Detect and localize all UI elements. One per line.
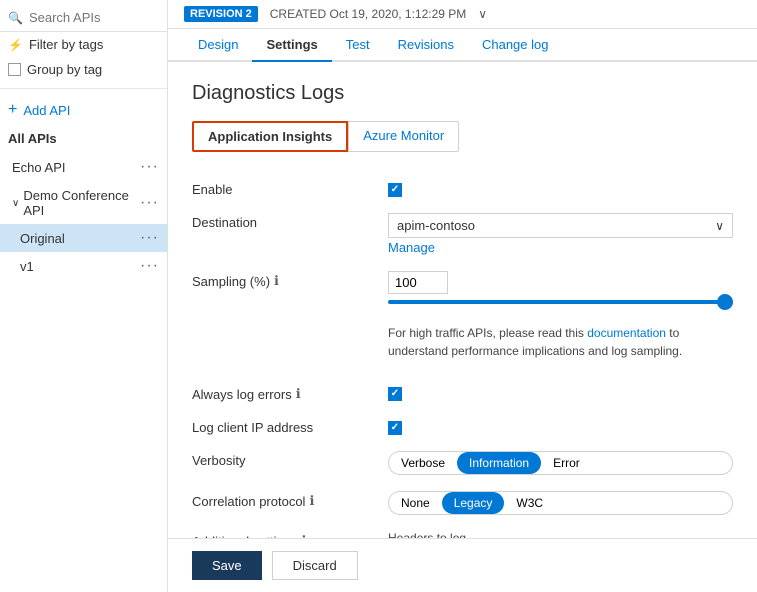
original-label: Original bbox=[20, 231, 65, 246]
always-log-row: Always log errors ℹ bbox=[192, 376, 733, 410]
log-ip-label: Log client IP address bbox=[192, 418, 372, 435]
destination-control: apim-contoso ∨ Manage bbox=[388, 213, 733, 255]
demo-api-menu-icon[interactable]: ··· bbox=[140, 194, 159, 212]
always-log-checkbox[interactable] bbox=[388, 387, 402, 401]
destination-label: Destination bbox=[192, 213, 372, 230]
verbosity-verbose[interactable]: Verbose bbox=[389, 452, 457, 474]
tab-change-log[interactable]: Change log bbox=[468, 29, 563, 62]
add-api-button[interactable]: Add API bbox=[0, 95, 167, 125]
group-checkbox[interactable] bbox=[8, 63, 21, 76]
revision-chevron-icon[interactable]: ∨ bbox=[478, 7, 487, 21]
group-by-tag[interactable]: Group by tag bbox=[0, 57, 167, 82]
created-text: CREATED Oct 19, 2020, 1:12:29 PM bbox=[270, 7, 467, 21]
sidebar-item-echo-api[interactable]: Echo API ··· bbox=[0, 152, 167, 182]
diagnostics-form: Enable Destination apim-contoso ∨ Manage bbox=[192, 172, 733, 538]
additional-control: Headers to log Number of payload bytes t… bbox=[388, 531, 733, 538]
tab-design[interactable]: Design bbox=[184, 29, 252, 62]
main-content: REVISION 2 CREATED Oct 19, 2020, 1:12:29… bbox=[168, 0, 757, 592]
tab-settings[interactable]: Settings bbox=[252, 29, 331, 62]
discard-button[interactable]: Discard bbox=[272, 551, 358, 580]
always-log-control bbox=[388, 384, 733, 401]
page-title: Diagnostics Logs bbox=[192, 82, 733, 105]
save-button[interactable]: Save bbox=[192, 551, 262, 580]
demo-conference-label: Demo Conference API bbox=[23, 188, 140, 218]
correlation-legacy[interactable]: Legacy bbox=[442, 492, 505, 514]
search-bar[interactable] bbox=[0, 4, 167, 32]
verbosity-error[interactable]: Error bbox=[541, 452, 592, 474]
topbar: REVISION 2 CREATED Oct 19, 2020, 1:12:29… bbox=[168, 0, 757, 29]
destination-row: Destination apim-contoso ∨ Manage bbox=[192, 205, 733, 263]
info-text-row: For high traffic APIs, please read this … bbox=[192, 312, 733, 376]
correlation-row: Correlation protocol ℹ None Legacy W3C bbox=[192, 483, 733, 523]
additional-settings-row: Additional settings ℹ Headers to log Num… bbox=[192, 523, 733, 538]
always-log-label: Always log errors ℹ bbox=[192, 384, 372, 402]
group-label: Group by tag bbox=[27, 62, 102, 77]
verbosity-row: Verbosity Verbose Information Error bbox=[192, 443, 733, 483]
log-ip-checkbox[interactable] bbox=[388, 421, 402, 435]
enable-checkbox[interactable] bbox=[388, 183, 402, 197]
destination-dropdown[interactable]: apim-contoso ∨ bbox=[388, 213, 733, 238]
plus-icon bbox=[8, 101, 17, 119]
enable-control bbox=[388, 180, 733, 197]
tab-revisions[interactable]: Revisions bbox=[384, 29, 468, 62]
search-input[interactable] bbox=[29, 10, 159, 25]
all-apis-title: All APIs bbox=[0, 125, 167, 152]
original-menu-icon[interactable]: ··· bbox=[140, 229, 159, 247]
correlation-none[interactable]: None bbox=[389, 492, 442, 514]
sampling-slider-thumb[interactable] bbox=[717, 294, 733, 310]
sampling-info-icon: ℹ bbox=[274, 273, 279, 289]
correlation-label: Correlation protocol ℹ bbox=[192, 491, 372, 509]
sidebar-item-v1[interactable]: v1 ··· bbox=[0, 252, 167, 280]
filter-icon: ⚡ bbox=[8, 38, 23, 52]
sampling-row: Sampling (%) ℹ bbox=[192, 263, 733, 312]
search-icon bbox=[8, 10, 23, 25]
nav-tabs: Design Settings Test Revisions Change lo… bbox=[168, 29, 757, 62]
echo-api-menu-icon[interactable]: ··· bbox=[140, 158, 159, 176]
sub-tabs: Application Insights Azure Monitor bbox=[192, 121, 733, 152]
filter-by-tags[interactable]: ⚡ Filter by tags bbox=[0, 32, 167, 57]
bottom-bar: Save Discard bbox=[168, 538, 757, 592]
log-ip-control bbox=[388, 418, 733, 435]
add-api-label: Add API bbox=[23, 103, 70, 118]
correlation-w3c[interactable]: W3C bbox=[504, 492, 555, 514]
sampling-slider-track[interactable] bbox=[388, 300, 733, 304]
info-text-control: For high traffic APIs, please read this … bbox=[388, 320, 733, 368]
verbosity-information[interactable]: Information bbox=[457, 452, 541, 474]
dropdown-chevron-icon: ∨ bbox=[715, 219, 724, 233]
additional-label: Additional settings ℹ bbox=[192, 531, 372, 538]
headers-label: Headers to log bbox=[388, 531, 733, 538]
sampling-input[interactable] bbox=[388, 271, 448, 294]
destination-value: apim-contoso bbox=[397, 218, 475, 233]
verbosity-group: Verbose Information Error bbox=[388, 451, 733, 475]
filter-label: Filter by tags bbox=[29, 37, 103, 52]
info-text: For high traffic APIs, please read this … bbox=[388, 320, 733, 368]
correlation-group: None Legacy W3C bbox=[388, 491, 733, 515]
documentation-link[interactable]: documentation bbox=[587, 326, 666, 340]
verbosity-control: Verbose Information Error bbox=[388, 451, 733, 475]
revision-badge: REVISION 2 bbox=[184, 6, 258, 22]
enable-row: Enable bbox=[192, 172, 733, 205]
correlation-info-icon: ℹ bbox=[309, 493, 314, 509]
sub-tab-application-insights[interactable]: Application Insights bbox=[192, 121, 348, 152]
sampling-slider-container bbox=[388, 300, 733, 304]
content-area: Diagnostics Logs Application Insights Az… bbox=[168, 62, 757, 538]
chevron-down-icon: ∨ bbox=[12, 198, 19, 209]
v1-menu-icon[interactable]: ··· bbox=[140, 257, 159, 275]
log-ip-row: Log client IP address bbox=[192, 410, 733, 443]
tab-test[interactable]: Test bbox=[332, 29, 384, 62]
correlation-control: None Legacy W3C bbox=[388, 491, 733, 515]
sampling-label: Sampling (%) ℹ bbox=[192, 271, 372, 289]
info-spacer bbox=[192, 320, 372, 322]
always-log-info-icon: ℹ bbox=[296, 386, 301, 402]
sub-tab-azure-monitor[interactable]: Azure Monitor bbox=[348, 121, 459, 152]
manage-link[interactable]: Manage bbox=[388, 240, 733, 255]
echo-api-label: Echo API bbox=[12, 160, 65, 175]
sampling-control bbox=[388, 271, 733, 304]
v1-label: v1 bbox=[20, 259, 34, 274]
sidebar-item-original[interactable]: Original ··· bbox=[0, 224, 167, 252]
sidebar: ⚡ Filter by tags Group by tag Add API Al… bbox=[0, 0, 168, 592]
verbosity-label: Verbosity bbox=[192, 451, 372, 468]
sidebar-item-demo-conference-api[interactable]: ∨ Demo Conference API ··· bbox=[0, 182, 167, 224]
enable-label: Enable bbox=[192, 180, 372, 197]
